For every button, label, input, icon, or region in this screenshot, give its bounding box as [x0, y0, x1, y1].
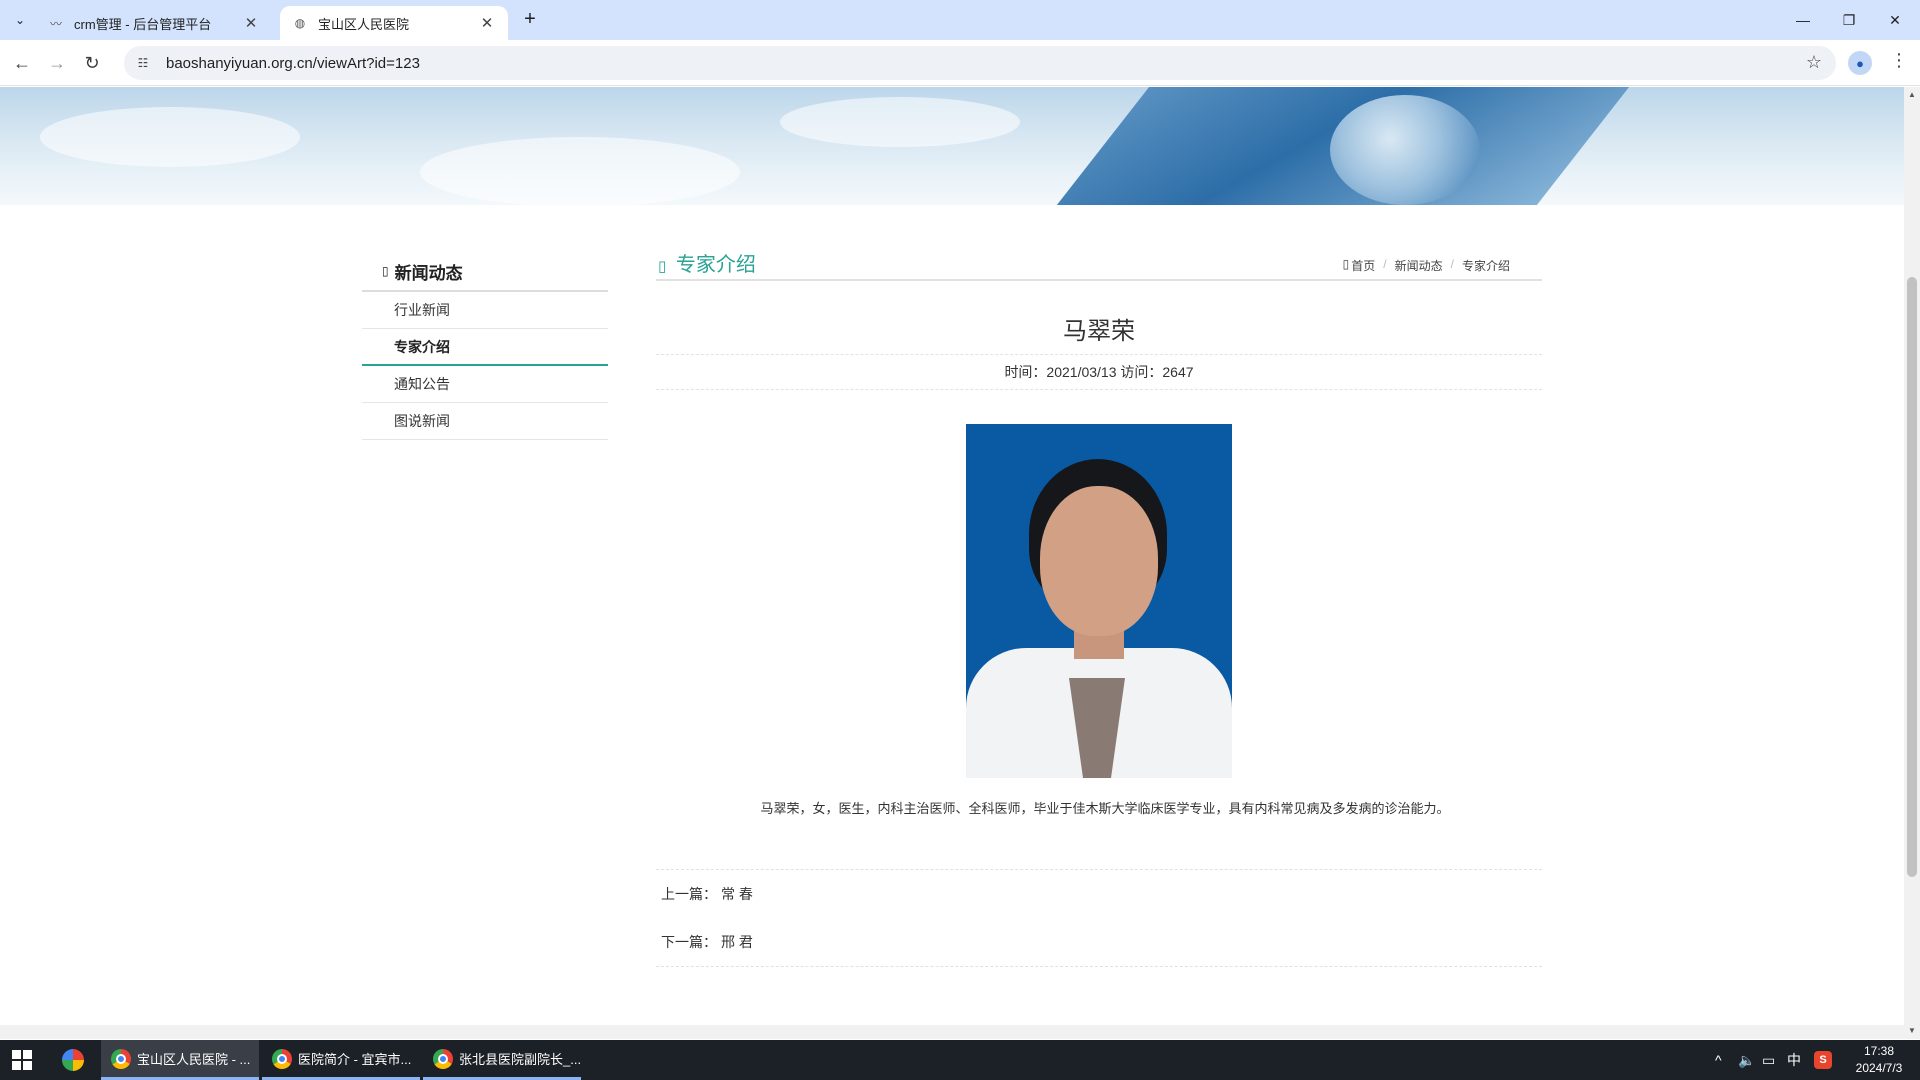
tab-strip: ⌄ 〰 crm管理 - 后台管理平台 ✕ ◍ 宝山区人民医院 ✕ + — ❐ ✕ [0, 0, 1920, 40]
forward-button[interactable]: → [44, 50, 70, 76]
taskbar-item-label: 医院简介 - 宜宾市... [298, 1052, 412, 1067]
ime-indicator[interactable]: 中 [1787, 1040, 1801, 1080]
tab-crm[interactable]: 〰 crm管理 - 后台管理平台 ✕ [36, 6, 272, 40]
arrow-right-icon: → [48, 53, 66, 73]
breadcrumb-news[interactable]: 新闻动态 [1395, 257, 1443, 274]
article-pagination: 上一篇： 常 春 下一篇： 邢 君 [656, 869, 1542, 967]
prev-article: 上一篇： 常 春 [656, 870, 1542, 918]
more-vert-icon: ⋮ [1890, 50, 1908, 70]
restore-button[interactable]: ❐ [1826, 0, 1872, 40]
prev-article-link[interactable]: 常 春 [721, 884, 753, 904]
minimize-icon: — [1796, 12, 1810, 28]
prev-label: 上一篇： [661, 886, 717, 902]
square-icon: ▯ [658, 258, 667, 275]
section-title: ▯ 专家介绍 [658, 248, 756, 277]
taskbar-item-hospital-intro[interactable]: 医院简介 - 宜宾市... [262, 1040, 420, 1080]
network-icon[interactable]: ▭ [1762, 1040, 1775, 1080]
vertical-scrollbar[interactable]: ▲ ▼ [1904, 87, 1920, 1039]
chevron-down-icon: ⌄ [14, 13, 26, 27]
sidebar-title-text: 新闻动态 [394, 263, 463, 283]
tab-search-button[interactable]: ⌄ [8, 8, 32, 32]
next-label: 下一篇： [661, 934, 717, 950]
crm-favicon-icon: 〰 [49, 16, 62, 31]
sidebar-title: ▯ 新闻动态 [362, 252, 608, 292]
scroll-up-icon[interactable]: ▲ [1904, 87, 1920, 103]
system-clock[interactable]: 17:38 2024/7/3 [1844, 1043, 1914, 1077]
sidebar-item-industry-news[interactable]: 行业新闻 [362, 292, 608, 329]
article-meta: 时间：2021/03/13 访问：2647 [656, 354, 1542, 390]
tab-title: 宝山区人民医院 [318, 16, 410, 32]
tab-hospital[interactable]: ◍ 宝山区人民医院 ✕ [280, 6, 508, 40]
doctor-photo [966, 424, 1232, 778]
address-bar[interactable]: ☷ baoshanyiyuan.org.cn/viewArt?id=123 ☆ [124, 46, 1836, 80]
color-app-icon[interactable] [62, 1049, 84, 1071]
sidebar-item-label: 专家介绍 [394, 338, 450, 355]
taskbar: 宝山区人民医院 - ... 医院简介 - 宜宾市... 张北县医院副院长_...… [0, 1040, 1920, 1080]
globe-icon: ◍ [294, 16, 306, 30]
breadcrumb-current[interactable]: 专家介绍 [1462, 257, 1510, 274]
scroll-down-icon[interactable]: ▼ [1904, 1023, 1920, 1039]
banner-cloud-ornament [1330, 95, 1480, 205]
page-viewport: ▯ 新闻动态 行业新闻 专家介绍 通知公告 图说新闻 ▯ 专家介绍 ▯ 首页 /… [0, 87, 1904, 1025]
reload-icon: ↻ [84, 53, 100, 73]
article-description: 马翠荣，女，医生，内科主治医师、全科医师，毕业于佳木斯大学临床医学专业，具有内科… [760, 801, 1450, 816]
article-title: 马翠荣 [1063, 318, 1135, 345]
square-icon: ▯ [382, 264, 389, 278]
next-article-link[interactable]: 邢 君 [721, 932, 753, 952]
plus-icon: + [524, 8, 536, 30]
browser-toolbar: ← → ↻ ☷ baoshanyiyuan.org.cn/viewArt?id=… [0, 40, 1920, 86]
sidebar-item-label: 行业新闻 [394, 302, 450, 318]
person-icon: ● [1856, 55, 1864, 71]
chrome-icon [272, 1048, 292, 1069]
clock-time: 17:38 [1863, 1044, 1895, 1058]
taskbar-item-vice-president[interactable]: 张北县医院副院长_... [423, 1040, 581, 1080]
new-tab-button[interactable]: + [518, 8, 542, 32]
speaker-icon[interactable]: 🔈 [1738, 1040, 1755, 1080]
breadcrumb: ▯ 首页 / 新闻动态 / 专家介绍 [1342, 257, 1510, 274]
sidebar-item-label: 通知公告 [394, 376, 450, 392]
tray-chevron-up-icon[interactable]: ^ [1715, 1040, 1722, 1080]
taskbar-item-label: 张北县医院副院长_... [459, 1052, 581, 1067]
arrow-left-icon: ← [13, 53, 31, 73]
menu-button[interactable]: ⋮ [1890, 50, 1908, 71]
close-tab-icon[interactable]: ✕ [242, 14, 260, 32]
sidebar-item-photo-news[interactable]: 图说新闻 [362, 403, 608, 440]
sidebar-item-notices[interactable]: 通知公告 [362, 366, 608, 403]
minimize-button[interactable]: — [1780, 0, 1826, 40]
breadcrumb-home[interactable]: 首页 [1351, 257, 1375, 274]
back-button[interactable]: ← [9, 50, 35, 76]
next-article: 下一篇： 邢 君 [656, 918, 1542, 966]
clock-date: 2024/7/3 [1855, 1061, 1903, 1075]
reload-button[interactable]: ↻ [79, 50, 105, 76]
close-tab-icon[interactable]: ✕ [478, 14, 496, 32]
star-icon[interactable]: ☆ [1806, 52, 1822, 73]
sidebar: ▯ 新闻动态 行业新闻 专家介绍 通知公告 图说新闻 [362, 252, 608, 440]
tab-title: crm管理 - 后台管理平台 [74, 16, 212, 32]
scroll-thumb[interactable] [1907, 277, 1917, 877]
main-content: ▯ 专家介绍 ▯ 首页 / 新闻动态 / 专家介绍 马翠荣 时间：2021/03… [656, 242, 1542, 967]
url-text[interactable]: baoshanyiyuan.org.cn/viewArt?id=123 [166, 55, 420, 72]
sidebar-item-label: 图说新闻 [394, 413, 450, 429]
horizontal-scrollbar[interactable] [0, 1025, 1904, 1039]
taskbar-item-hospital[interactable]: 宝山区人民医院 - ... [101, 1040, 259, 1080]
chrome-icon [433, 1048, 453, 1069]
chrome-icon [111, 1048, 131, 1069]
section-title-text: 专家介绍 [675, 254, 756, 276]
header-banner [0, 87, 1904, 205]
content-header: ▯ 专家介绍 ▯ 首页 / 新闻动态 / 专家介绍 [656, 242, 1542, 281]
tune-icon[interactable]: ☷ [134, 56, 152, 70]
profile-button[interactable]: ● [1848, 51, 1872, 75]
close-icon: ✕ [1889, 11, 1901, 28]
windows-start-icon[interactable] [12, 1050, 32, 1070]
sidebar-item-expert-intro[interactable]: 专家介绍 [362, 329, 608, 366]
restore-icon: ❐ [1842, 11, 1856, 28]
sogou-ime-icon[interactable]: S [1814, 1051, 1832, 1069]
taskbar-item-label: 宝山区人民医院 - ... [137, 1052, 251, 1067]
home-icon: ▯ [1342, 257, 1350, 271]
close-window-button[interactable]: ✕ [1872, 0, 1918, 40]
